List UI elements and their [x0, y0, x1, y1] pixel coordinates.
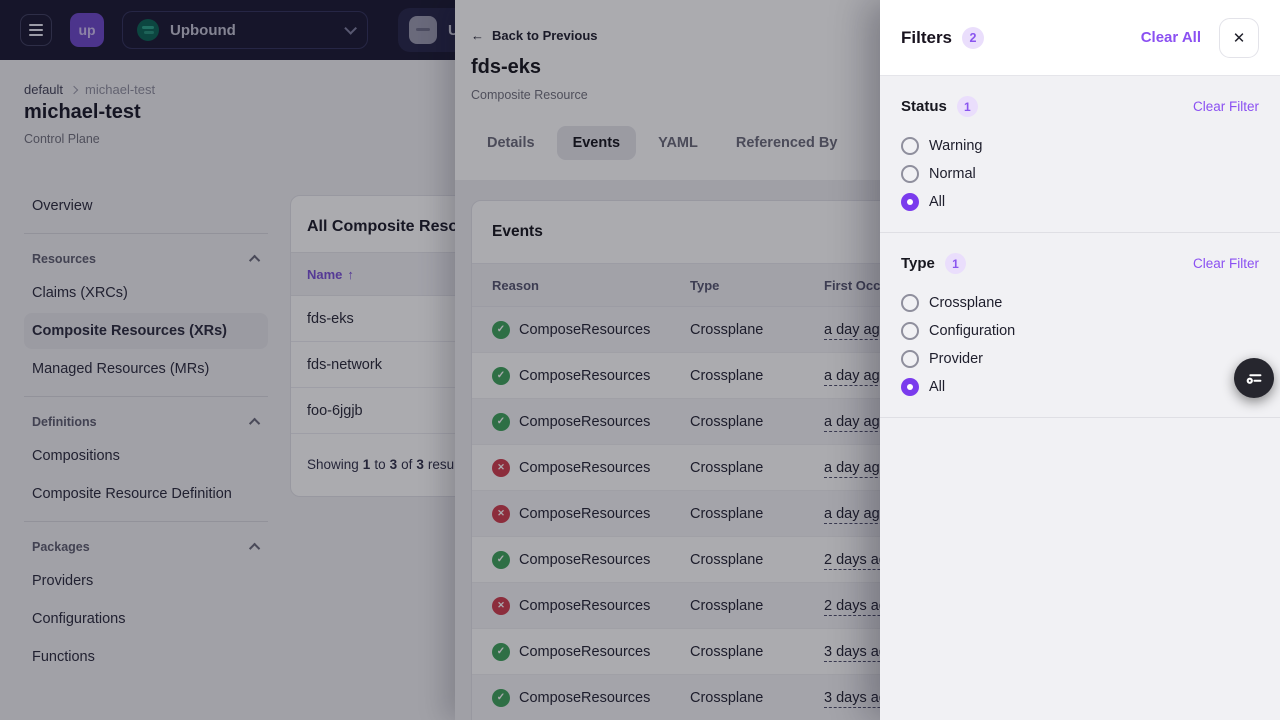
radio-icon[interactable] [901, 378, 919, 396]
filter-section-title: Type [901, 255, 935, 272]
filter-count-badge: 1 [957, 96, 978, 117]
filters-drawer: Filters 2 Clear All ✕ Status 1 Clear Fil… [880, 0, 1280, 720]
radio-label: Normal [929, 166, 976, 182]
filter-fab-button[interactable] [1234, 358, 1274, 398]
radio-option[interactable]: Warning [901, 132, 1259, 160]
radio-icon[interactable] [901, 294, 919, 312]
radio-icon[interactable] [901, 137, 919, 155]
radio-option[interactable]: Crossplane [901, 289, 1259, 317]
radio-label: All [929, 194, 945, 210]
app-root: up Upbound U default michael-test michae… [0, 0, 1280, 720]
radio-option[interactable]: Normal [901, 160, 1259, 188]
close-button[interactable]: ✕ [1219, 18, 1259, 58]
radio-label: Configuration [929, 323, 1015, 339]
filter-section: Status 1 Clear Filter Warning [880, 76, 1280, 233]
radio-option[interactable]: Configuration [901, 317, 1259, 345]
radio-option[interactable]: Provider [901, 345, 1259, 373]
filter-count-badge: 1 [945, 253, 966, 274]
filters-count-badge: 2 [962, 27, 984, 49]
radio-label: All [929, 379, 945, 395]
filters-title: Filters [901, 28, 952, 48]
clear-filter-button[interactable]: Clear Filter [1193, 256, 1259, 271]
filter-section-title: Status [901, 98, 947, 115]
radio-icon[interactable] [901, 322, 919, 340]
close-icon: ✕ [1233, 29, 1246, 47]
radio-option[interactable]: All [901, 188, 1259, 216]
radio-option[interactable]: All [901, 373, 1259, 401]
filter-section: Type 1 Clear Filter Crossplane [880, 233, 1280, 418]
radio-label: Provider [929, 351, 983, 367]
clear-all-button[interactable]: Clear All [1141, 29, 1201, 46]
radio-icon[interactable] [901, 165, 919, 183]
filters-drawer-header: Filters 2 Clear All ✕ [880, 0, 1280, 76]
radio-label: Warning [929, 138, 982, 154]
radio-icon[interactable] [901, 193, 919, 211]
radio-label: Crossplane [929, 295, 1002, 311]
filter-list-icon [1243, 367, 1265, 389]
clear-filter-button[interactable]: Clear Filter [1193, 99, 1259, 114]
radio-icon[interactable] [901, 350, 919, 368]
